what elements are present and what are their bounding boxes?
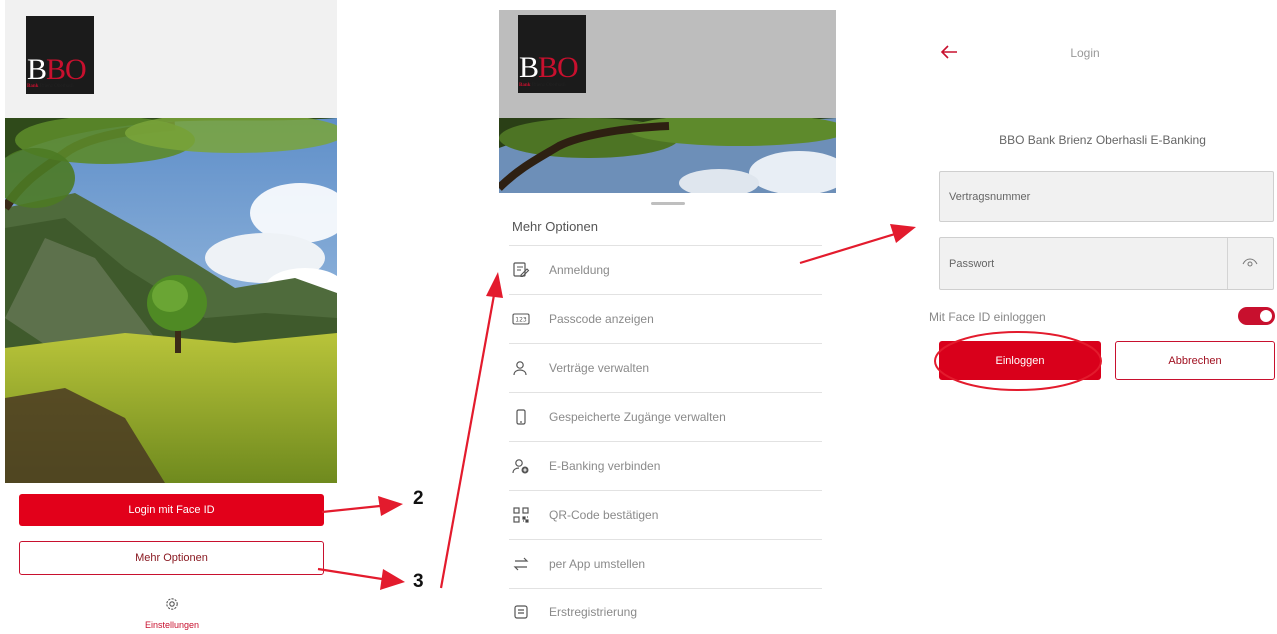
- annotation-arrow-to-login: [799, 232, 896, 265]
- annotation-arrowhead-2: [378, 496, 403, 516]
- annotation-arrow-2: [321, 504, 381, 514]
- annotation-arrow-3: [317, 567, 383, 581]
- annotation-arrowhead-anmeldung: [486, 272, 503, 298]
- annotation-overlay: [317, 224, 1102, 590]
- annotation-circle-einloggen: [934, 331, 1102, 391]
- annotation-arrow-to-anmeldung: [439, 294, 496, 589]
- annotation-arrowhead-login: [890, 224, 916, 243]
- annotation-arrowhead-3: [380, 569, 405, 590]
